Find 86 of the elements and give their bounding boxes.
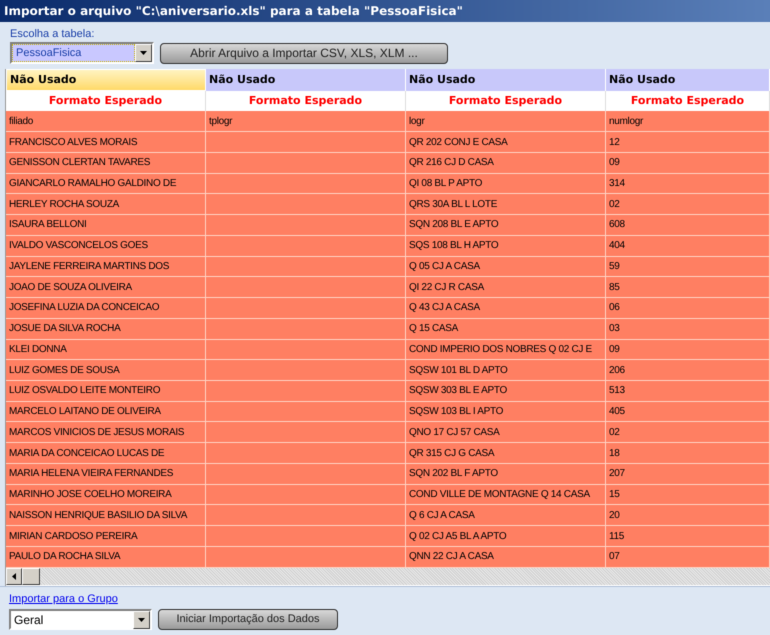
table-cell-text: JAYLENE FERREIRA MARTINS DOS [9, 260, 170, 274]
table-cell-text: JOAO DE SOUZA OLIVEIRA [9, 280, 132, 295]
column-header[interactable]: Não Usado [606, 69, 770, 91]
column-header[interactable]: Não Usado [6, 69, 206, 91]
table-cell-text: MIRIAN CARDOSO PEREIRA [9, 530, 138, 544]
dropdown-button[interactable] [135, 44, 152, 62]
table-cell-text: numlogr [609, 114, 644, 129]
table-cell-text: 02 [609, 198, 620, 212]
table-cell-text: 12 [609, 136, 620, 150]
table-cell-text: QI 22 CJ R CASA [409, 280, 484, 295]
table-cell-text: 206 [609, 364, 625, 378]
table-cell-text: 07 [609, 550, 620, 564]
table-cell-text: MARCOS VINICIOS DE JESUS MORAIS [9, 426, 184, 440]
horizontal-scrollbar[interactable] [6, 568, 770, 586]
open-file-button[interactable]: Abrir Arquivo a Importar CSV, XLS, XLM ... [160, 42, 448, 64]
dropdown-button[interactable] [133, 610, 150, 628]
table-cell-text: SQS 108 BL H APTO [409, 239, 498, 254]
table-cell-text: 03 [609, 322, 620, 336]
table-cell-text: 02 [609, 426, 620, 440]
column-header[interactable]: Não Usado [406, 69, 606, 91]
table-cell-text: QNN 22 CJ A CASA [409, 550, 494, 564]
table-cell-text: QI 08 BL P APTO [409, 177, 482, 192]
table-cell-text: NAISSON HENRIQUE BASILIO DA SILVA [9, 508, 188, 523]
left-arrow-icon [12, 572, 16, 580]
table-cell-text: 15 [609, 488, 620, 502]
table-cell-text: 513 [609, 384, 625, 398]
table-cell-text: SQSW 303 BL E APTO [409, 384, 507, 398]
scroll-left-button[interactable] [6, 568, 22, 586]
caret-icon [138, 618, 145, 622]
table-cell-text: COND IMPERIO DOS NOBRES Q 02 CJ E [409, 342, 592, 357]
table-cell-text: COND VILLE DE MONTAGNE Q 14 CASA [409, 488, 590, 502]
table-picker-label: Escolha a tabela: [10, 28, 96, 41]
table-cell-text: MARCELO LAITANO DE OLIVEIRA [9, 405, 161, 420]
table-cell-text: tplogr [209, 114, 232, 129]
table-cell-text: QR 315 CJ G CASA [409, 446, 494, 461]
table-cell-text: JOSEFINA LUZIA DA CONCEICAO [9, 301, 160, 316]
table-cell-text: QNO 17 CJ 57 CASA [409, 426, 500, 440]
table-cell-text: Q 15 CASA [409, 322, 458, 336]
table-cell-text: SQN 208 BL E APTO [409, 218, 498, 232]
table-cell-text: 59 [609, 260, 620, 274]
table-dropdown[interactable]: PessoaFisica [10, 42, 154, 64]
table-cell-text: Q 05 CJ A CASA [409, 260, 480, 274]
table-cell-text: 608 [609, 218, 625, 232]
table-cell-text: logr [409, 114, 424, 129]
table-cell-text: Q 43 CJ A CASA [409, 301, 480, 316]
table-cell-text: Q 02 CJ A5 BL A APTO [409, 530, 506, 544]
import-group-link[interactable]: Importar para o Grupo [9, 590, 761, 607]
table-cell-text: SQN 202 BL F APTO [409, 467, 498, 482]
table-cell-text: MARIA HELENA VIEIRA FERNANDES [9, 467, 174, 482]
table-cell-text: 09 [609, 156, 620, 170]
table-cell-text: 85 [609, 280, 620, 295]
table-cell-text: QR 216 CJ D CASA [409, 156, 494, 170]
table-cell-text: 06 [609, 301, 620, 316]
table-cell-text: GIANCARLO RAMALHO GALDINO DE [9, 177, 176, 192]
table-cell-text: 115 [609, 530, 624, 544]
table-cell-text: MARIA DA CONCEICAO LUCAS DE [9, 446, 164, 461]
table-cell-text: QRS 30A BL L LOTE [409, 198, 498, 212]
table-cell-text: 404 [609, 239, 625, 254]
table-cell-text: JOSUE DA SILVA ROCHA [9, 322, 120, 336]
table-cell-text: 314 [609, 177, 625, 192]
table-cell-text: 207 [609, 467, 625, 482]
table-cell-text: LUIZ OSVALDO LEITE MONTEIRO [9, 384, 160, 398]
column-header[interactable]: Não Usado [206, 69, 406, 91]
table-cell-text: FRANCISCO ALVES MORAIS [9, 136, 138, 150]
table-cell-text: LUIZ GOMES DE SOUSA [9, 364, 120, 378]
table-cell-text: 18 [609, 446, 620, 461]
group-dropdown[interactable]: Geral [9, 609, 152, 630]
table-cell-text: IVALDO VASCONCELOS GOES [9, 239, 148, 254]
table-cell-text: filiado [9, 114, 34, 129]
caret-icon [140, 51, 147, 55]
table-cell-text: SQSW 101 BL D APTO [409, 364, 508, 378]
table-cell-text: Q 6 CJ A CASA [409, 508, 475, 523]
table-cell-text: MARINHO JOSE COELHO MOREIRA [9, 488, 172, 502]
table-cell-text: 20 [609, 508, 620, 523]
start-import-button[interactable]: Iniciar Importação dos Dados [158, 609, 338, 630]
table-cell-text: 09 [609, 342, 620, 357]
table-cell-text: QR 202 CONJ E CASA [409, 136, 508, 150]
table-cell-text: SQSW 103 BL I APTO [409, 405, 504, 420]
table-cell-text: HERLEY ROCHA SOUZA [9, 198, 120, 212]
scroll-thumb[interactable] [22, 568, 40, 586]
window-title: Importar o arquivo "C:\aniversario.xls" para a tabela "PessoaFisica" [0, 0, 770, 22]
table-cell-text: 405 [609, 405, 625, 420]
table-cell-text: ISAURA BELLONI [9, 218, 86, 232]
table-cell-text: GENISSON CLERTAN TAVARES [9, 156, 150, 170]
table-cell-text: KLEI DONNA [9, 342, 67, 357]
table-cell-text: PAULO DA ROCHA SILVA [9, 550, 120, 564]
